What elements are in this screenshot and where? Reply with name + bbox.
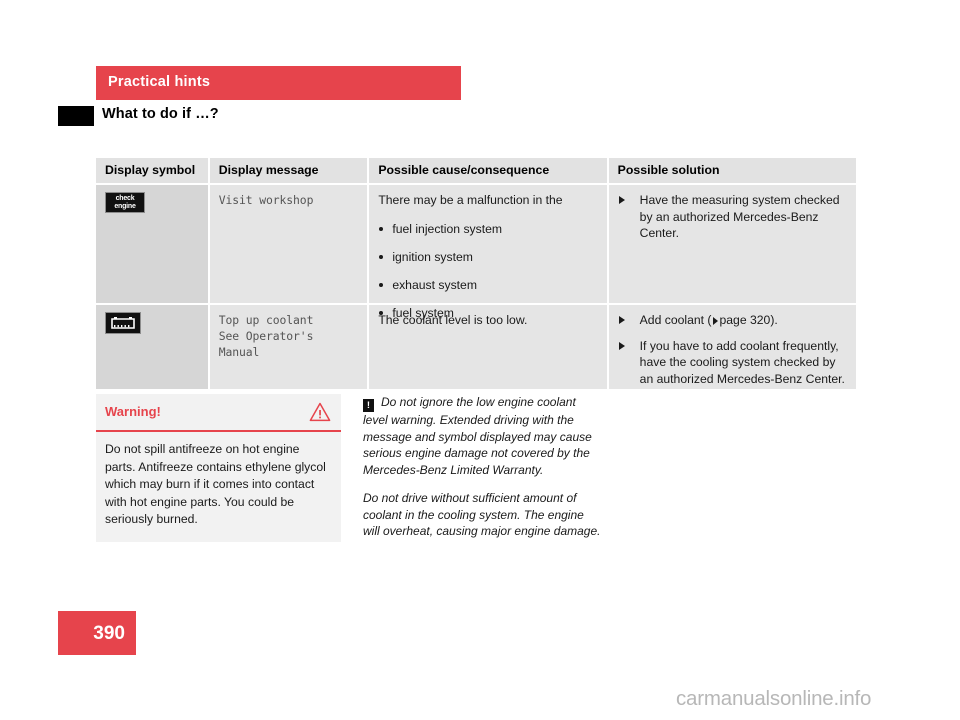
list-item-label: fuel injection system	[392, 221, 503, 236]
manual-page: Practical hints What to do if …? Display…	[0, 0, 960, 720]
list-item: Have the measuring system checked by an …	[618, 192, 847, 242]
warning-triangle-glyph	[309, 402, 331, 422]
display-messages-table: Display symbol Display message Possible …	[96, 158, 856, 389]
warning-header: Warning!	[96, 394, 341, 432]
section-title: What to do if …?	[102, 106, 219, 122]
list-item: ignition system	[378, 249, 597, 265]
chapter-banner: Practical hints	[96, 66, 461, 100]
table-row: check engine Visit workshop There may be…	[96, 185, 856, 320]
list-item: exhaust system	[378, 277, 597, 293]
warning-box: Warning! Do not spill antifreeze on hot …	[96, 394, 341, 542]
check-engine-icon: check engine	[105, 192, 145, 213]
list-item-label: Have the measuring system checked by an …	[639, 193, 840, 240]
section-heading-row: What to do if …?	[0, 104, 500, 128]
coolant-reservoir-glyph	[111, 316, 135, 329]
note-paragraph-text: Do not ignore the low engine coolant lev…	[363, 395, 592, 477]
cell-possible-solution: Have the measuring system checked by an …	[608, 185, 856, 303]
page-number-block: 390	[58, 611, 136, 655]
bullet-dot-icon	[379, 310, 384, 315]
list-item: If you have to add coolant frequently, h…	[618, 338, 847, 388]
cause-intro-text: There may be a malfunction in the	[378, 193, 563, 207]
list-item: fuel injection system	[378, 221, 597, 237]
list-item-label: exhaust system	[392, 277, 477, 292]
warning-triangle-icon	[309, 402, 331, 427]
section-marker-block	[58, 106, 94, 126]
cell-possible-cause: There may be a malfunction in the fuel i…	[369, 185, 607, 320]
warning-title: Warning!	[105, 404, 161, 419]
bullet-dot-icon	[379, 282, 384, 287]
column-header-possible-cause: Possible cause/consequence	[369, 158, 607, 183]
list-item: Add coolant ( page 320).	[618, 312, 847, 329]
cause-bullet-list: fuel injection system ignition system ex…	[378, 221, 597, 321]
check-engine-icon-line1: check	[115, 195, 135, 202]
list-item-label-pre: Add coolant (	[639, 313, 712, 327]
list-item-label: fuel system	[392, 305, 454, 320]
exclamation-badge-icon: !	[363, 399, 374, 412]
note-paragraph: Do not drive without sufficient amount o…	[363, 491, 601, 538]
cross-reference-label[interactable]: page 320	[720, 313, 771, 327]
cell-possible-solution: Add coolant ( page 320). If you have to a…	[608, 305, 856, 389]
column-header-possible-solution: Possible solution	[608, 158, 856, 183]
display-message-line2: See Operator's Manual	[218, 329, 314, 359]
coolant-level-icon	[105, 312, 141, 334]
warning-body-text: Do not spill antifreeze on hot engine pa…	[105, 442, 326, 526]
cell-display-message: Top up coolant See Operator's Manual	[209, 305, 368, 389]
column-header-display-message: Display message	[209, 158, 368, 183]
table-header-row: Display symbol Display message Possible …	[96, 158, 856, 183]
display-message-text: Visit workshop	[218, 193, 314, 207]
cell-display-message: Visit workshop	[209, 185, 368, 303]
action-triangle-icon	[618, 316, 625, 324]
list-item-label: If you have to add coolant frequently, h…	[639, 338, 845, 386]
bullet-dot-icon	[379, 254, 384, 259]
bullet-dot-icon	[379, 226, 384, 231]
cell-display-symbol: check engine	[96, 185, 208, 303]
display-message-line1: Top up coolant	[218, 313, 314, 327]
column-header-display-symbol: Display symbol	[96, 158, 208, 183]
list-item: fuel system	[378, 305, 597, 321]
solution-action-list: Add coolant ( page 320). If you have to a…	[618, 312, 847, 387]
note-paragraph: ! Do not ignore the low engine coolant le…	[363, 394, 601, 478]
list-item-label: ignition system	[392, 249, 473, 264]
site-watermark: carmanualsonline.info	[676, 687, 872, 710]
list-item-label-post: ).	[770, 313, 778, 327]
note-block: ! Do not ignore the low engine coolant le…	[363, 394, 601, 540]
action-triangle-icon	[618, 341, 625, 350]
cell-display-symbol	[96, 305, 208, 389]
action-triangle-icon	[618, 196, 625, 204]
check-engine-icon-line2: engine	[114, 202, 136, 210]
solution-action-list: Have the measuring system checked by an …	[618, 192, 847, 242]
cross-reference-icon	[712, 317, 718, 325]
chapter-title: Practical hints	[108, 74, 211, 90]
page-number: 390	[93, 623, 125, 644]
